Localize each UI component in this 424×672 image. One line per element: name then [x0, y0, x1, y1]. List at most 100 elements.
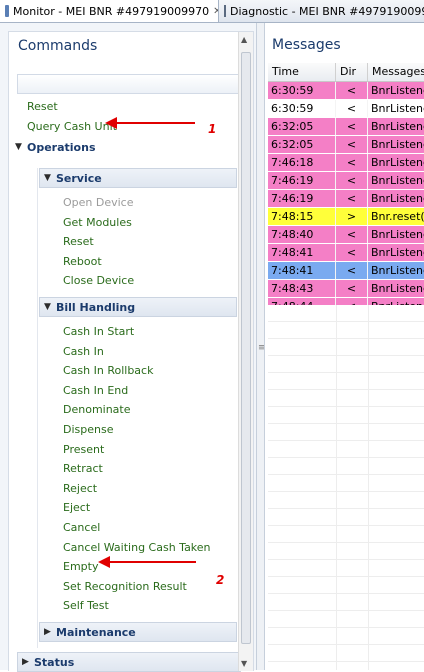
message-text: BnrListener	[368, 262, 424, 279]
scrollbar-thumb[interactable]	[241, 52, 251, 644]
commands-form: Commands Reset Query Cash Unit ▼ Operati…	[8, 31, 254, 672]
table-row[interactable]: 7:48:40<BnrListener	[268, 226, 424, 244]
command-cash-in-end[interactable]: Cash In End	[63, 384, 128, 397]
command-set-recognition-result[interactable]: Set Recognition Result	[63, 580, 187, 593]
message-time: 7:48:15	[268, 208, 336, 225]
command-reboot[interactable]: Reboot	[63, 255, 102, 268]
message-text: BnrListener	[368, 190, 424, 207]
command-dispense[interactable]: Dispense	[63, 423, 113, 436]
expand-triangle-icon: ▼	[44, 173, 51, 183]
message-time: 7:48:41	[268, 244, 336, 261]
editor-tab-bar: Monitor - MEI BNR #497919009970 ✕ Diagno…	[0, 0, 424, 23]
message-text: BnrListener	[368, 136, 424, 153]
tab-monitor-label: Monitor - MEI BNR #497919009970	[13, 4, 210, 18]
annotation-arrow-2	[108, 561, 196, 563]
message-text: BnrListener	[368, 244, 424, 261]
scroll-up-icon[interactable]: ▲	[241, 35, 247, 44]
commands-panel: Commands Reset Query Cash Unit ▼ Operati…	[0, 23, 257, 672]
table-row[interactable]: 7:48:41<BnrListener	[268, 244, 424, 262]
command-eject[interactable]: Eject	[63, 501, 90, 514]
column-header-time[interactable]: Time	[268, 63, 336, 81]
message-time: 7:46:18	[268, 154, 336, 171]
column-header-dir[interactable]: Dir	[336, 63, 368, 81]
message-direction: <	[336, 280, 368, 297]
command-empty[interactable]: Empty	[63, 560, 98, 573]
message-direction: <	[336, 172, 368, 189]
section-operations[interactable]: ▼ Operations	[11, 138, 235, 156]
command-get-modules[interactable]: Get Modules	[63, 216, 132, 229]
commands-title: Commands	[18, 38, 98, 54]
table-row[interactable]: 6:32:05<BnrListener	[268, 136, 424, 154]
message-text: BnrListener	[368, 82, 424, 99]
messages-table-header: Time Dir Messages	[268, 63, 424, 82]
command-reject[interactable]: Reject	[63, 482, 97, 495]
table-row[interactable]: 6:30:59<BnrListener	[268, 82, 424, 100]
panel-splitter[interactable]: ≡	[257, 23, 266, 670]
scroll-down-icon[interactable]: ▼	[241, 659, 247, 668]
commands-scrollbar[interactable]: ▲ ▼	[238, 32, 253, 671]
table-row[interactable]: 7:46:19<BnrListener	[268, 172, 424, 190]
messages-title: Messages	[272, 37, 341, 53]
message-direction: <	[336, 118, 368, 135]
section-bill-handling-label: Bill Handling	[56, 300, 136, 314]
grid-line	[336, 305, 337, 670]
command-retract[interactable]: Retract	[63, 462, 103, 475]
collapsed-triangle-icon: ▶	[22, 657, 29, 667]
message-time: 7:48:40	[268, 226, 336, 243]
command-open-device: Open Device	[63, 196, 134, 209]
message-direction: <	[336, 100, 368, 117]
command-query-cash-unit[interactable]: Query Cash Unit	[27, 120, 117, 133]
command-cancel-waiting-cash-taken[interactable]: Cancel Waiting Cash Taken	[63, 541, 211, 554]
message-text: BnrListener	[368, 226, 424, 243]
message-text: BnrListener	[368, 280, 424, 297]
message-text: BnrListener	[368, 172, 424, 189]
message-text: BnrListener	[368, 154, 424, 171]
command-service-reset[interactable]: Reset	[63, 235, 94, 248]
table-row[interactable]: 7:48:41<BnrListener	[268, 262, 424, 280]
annotation-number-2: 2	[216, 573, 225, 587]
tab-monitor[interactable]: Monitor - MEI BNR #497919009970 ✕	[0, 0, 219, 22]
command-cash-in-rollback[interactable]: Cash In Rollback	[63, 364, 153, 377]
expand-triangle-icon: ▼	[44, 302, 51, 312]
section-operations-label: Operations	[27, 140, 96, 154]
table-row[interactable]: 7:48:43<BnrListener	[268, 280, 424, 298]
commands-toolbar-area	[17, 74, 241, 94]
section-service-label: Service	[56, 171, 102, 185]
diagnostic-icon	[224, 5, 226, 17]
command-cancel[interactable]: Cancel	[63, 521, 100, 534]
command-cash-in[interactable]: Cash In	[63, 345, 104, 358]
message-time: 7:46:19	[268, 172, 336, 189]
annotation-arrow-1	[115, 122, 195, 124]
table-row[interactable]: 6:30:59<BnrListener	[268, 100, 424, 118]
message-direction: <	[336, 82, 368, 99]
message-text: Bnr.reset()	[368, 208, 424, 225]
monitor-icon	[5, 5, 9, 17]
message-direction: >	[336, 208, 368, 225]
message-text: BnrListener	[368, 100, 424, 117]
table-row[interactable]: 7:46:18<BnrListener	[268, 154, 424, 172]
command-denominate[interactable]: Denominate	[63, 403, 131, 416]
section-service[interactable]: ▼ Service	[39, 168, 237, 188]
section-maintenance-label: Maintenance	[56, 625, 136, 639]
command-close-device[interactable]: Close Device	[63, 274, 134, 287]
collapsed-triangle-icon: ▶	[44, 627, 51, 637]
table-row[interactable]: 7:48:15 > Bnr.reset()	[268, 208, 424, 226]
section-maintenance[interactable]: ▶ Maintenance	[39, 622, 237, 642]
tab-diagnostic[interactable]: Diagnostic - MEI BNR #497919009970	[219, 0, 424, 22]
annotation-number-1: 1	[208, 122, 217, 136]
command-present[interactable]: Present	[63, 443, 104, 456]
section-status[interactable]: ▶ Status	[17, 652, 241, 672]
column-header-messages[interactable]: Messages	[368, 63, 424, 81]
command-self-test[interactable]: Self Test	[63, 599, 109, 612]
message-time: 6:30:59	[268, 82, 336, 99]
message-time: 6:32:05	[268, 118, 336, 135]
message-time: 7:46:19	[268, 190, 336, 207]
message-direction: <	[336, 262, 368, 279]
table-row[interactable]: 7:46:19<BnrListener	[268, 190, 424, 208]
section-bill-handling[interactable]: ▼ Bill Handling	[39, 297, 237, 317]
command-reset[interactable]: Reset	[27, 100, 58, 113]
messages-panel: Messages Time Dir Messages 6:30:59 < BnrLi…	[264, 23, 424, 670]
command-cash-in-start[interactable]: Cash In Start	[63, 325, 134, 338]
tab-diagnostic-label: Diagnostic - MEI BNR #497919009970	[230, 4, 424, 18]
table-row[interactable]: 6:32:05<BnrListener	[268, 118, 424, 136]
